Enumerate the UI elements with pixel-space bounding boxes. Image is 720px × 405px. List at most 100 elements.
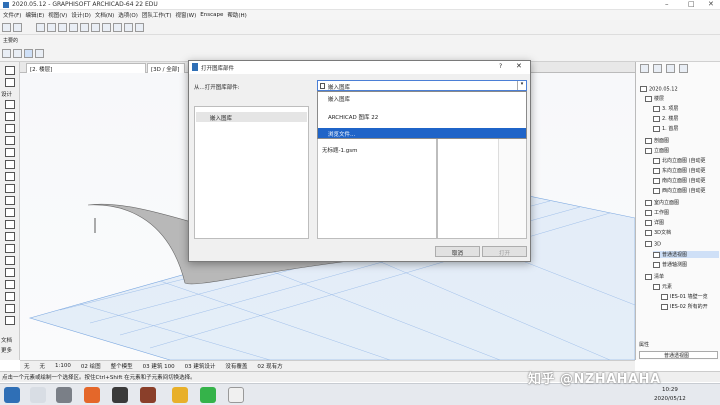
menu-help[interactable]: 帮助(H) <box>227 11 246 19</box>
pointer-icon[interactable] <box>2 49 11 58</box>
menu-file[interactable]: 文件(F) <box>3 11 21 19</box>
section-icon[interactable] <box>113 22 122 32</box>
tree-item-worksheets[interactable]: 工作图 <box>645 209 669 216</box>
object-tool-icon[interactable] <box>5 160 15 169</box>
chevron-down-icon[interactable]: ▾ <box>517 81 526 90</box>
tree-item-axonometry[interactable]: 普通轴测图 <box>653 261 687 268</box>
window-tool-icon[interactable] <box>5 136 15 145</box>
arrow-select-icon[interactable] <box>5 66 15 75</box>
undo-icon[interactable] <box>2 22 11 32</box>
tree-item-3d[interactable]: 3D <box>645 241 661 248</box>
publisher-icon[interactable] <box>679 64 688 73</box>
close-button[interactable]: ✕ <box>708 0 714 8</box>
library-list-item[interactable]: 嵌入图库 <box>196 112 307 122</box>
tree-item-sections[interactable]: 剖面图 <box>645 137 669 144</box>
bilibili-icon[interactable] <box>228 387 244 403</box>
menu-window[interactable]: 视窗(W) <box>176 11 197 19</box>
tree-item-west[interactable]: 西向立面图 (自动更 <box>653 187 706 194</box>
tree-item-east[interactable]: 东向立面图 (自动更 <box>653 167 706 174</box>
teamwork-icon[interactable] <box>135 22 144 32</box>
tree-item-stories[interactable]: 楼层 <box>645 95 664 102</box>
tree-item-3d-docs[interactable]: 3D文档 <box>645 229 671 236</box>
status-mvo[interactable]: 03 建筑设计 <box>185 362 216 370</box>
opening-tool-icon[interactable] <box>5 304 15 313</box>
status-redo[interactable]: 无 <box>40 362 46 370</box>
select-mode-icon[interactable] <box>24 49 33 58</box>
marquee-tool-icon[interactable] <box>5 78 15 87</box>
redo-icon[interactable] <box>13 22 22 32</box>
menu-edit[interactable]: 编辑(E) <box>25 11 44 19</box>
curtain-wall-tool-icon[interactable] <box>5 232 15 241</box>
view-map-icon[interactable] <box>653 64 662 73</box>
firefox-icon[interactable] <box>84 387 100 403</box>
minimize-button[interactable]: – <box>665 0 669 8</box>
calculator-icon[interactable] <box>56 387 72 403</box>
menu-document[interactable]: 文档(N) <box>95 11 114 19</box>
tab-floor-2[interactable]: [2. 楼层] <box>26 63 146 73</box>
marquee-icon[interactable] <box>35 49 44 58</box>
dialog-close-icon[interactable]: ✕ <box>516 62 522 70</box>
status-scale[interactable]: 1:100 <box>55 363 71 369</box>
mesh-tool-icon[interactable] <box>5 268 15 277</box>
tree-item-ies02[interactable]: IES-02 所有的开 <box>661 303 708 310</box>
render-icon[interactable] <box>124 22 133 32</box>
layout-book-icon[interactable] <box>666 64 675 73</box>
tree-item-ies01[interactable]: IES-01 墙壁一览 <box>661 293 708 300</box>
dropdown-item-embedded[interactable]: 嵌入图库 <box>318 93 526 103</box>
tree-item-story-2[interactable]: 2. 楼层 <box>653 115 678 122</box>
layer-icon[interactable] <box>58 22 67 32</box>
open-button[interactable]: 打开 <box>482 246 527 257</box>
menu-enscape[interactable]: Enscape <box>200 12 223 18</box>
dropdown-item-browse-files[interactable]: 浏览文件... <box>318 128 526 138</box>
wechat-icon[interactable] <box>200 387 216 403</box>
menu-design[interactable]: 设计(D) <box>71 11 91 19</box>
wall-tool-icon[interactable] <box>5 100 15 109</box>
tree-item-perspective[interactable]: 普通透视图 <box>653 251 719 258</box>
morph-tool-icon[interactable] <box>5 220 15 229</box>
cancel-button[interactable]: 取消 <box>435 246 480 257</box>
column-tool-icon[interactable] <box>5 112 15 121</box>
tree-item-elements[interactable]: 元素 <box>653 283 672 290</box>
project-map-icon[interactable] <box>640 64 649 73</box>
railing-tool-icon[interactable] <box>5 244 15 253</box>
tree-item-elevations[interactable]: 立面图 <box>645 147 669 154</box>
tree-item-south[interactable]: 南向立面图 (自动更 <box>653 177 706 184</box>
status-undo[interactable]: 无 <box>24 362 30 370</box>
shell-tool-icon[interactable] <box>5 208 15 217</box>
maximize-button[interactable]: □ <box>688 0 695 8</box>
tree-root[interactable]: 2020.05.12 <box>640 86 678 93</box>
slab-tool-icon[interactable] <box>5 172 15 181</box>
grid-icon[interactable] <box>91 22 100 32</box>
status-layer-combo[interactable]: 02 绘图 <box>81 362 101 370</box>
source-select[interactable]: 嵌入图库 ▾ <box>317 80 527 91</box>
tree-item-details[interactable]: 详图 <box>645 219 664 226</box>
roof-tool-icon[interactable] <box>5 196 15 205</box>
menu-options[interactable]: 选项(O) <box>118 11 138 19</box>
windows-start-icon[interactable] <box>4 387 20 403</box>
menu-teamwork[interactable]: 团队工作(T) <box>142 11 172 19</box>
tab-3d-all[interactable]: [3D / 全部] <box>147 63 185 73</box>
zone-tool-icon[interactable] <box>5 256 15 265</box>
status-override[interactable]: 没有覆盖 <box>225 362 247 370</box>
part-list-item[interactable]: 无标题-1.gsm <box>322 146 357 154</box>
dropdown-item-archicad-library[interactable]: ARCHICAD 图库 22 <box>318 111 526 121</box>
archicad-icon[interactable] <box>112 387 128 403</box>
status-pen-set[interactable]: 03 建筑 100 <box>143 362 175 370</box>
tree-item-story-1[interactable]: 1. 首层 <box>653 125 678 132</box>
help-button[interactable]: ? <box>499 63 502 70</box>
beam-tool-icon[interactable] <box>5 124 15 133</box>
tree-item-schedules[interactable]: 清单 <box>645 273 664 280</box>
tree-item-story-3[interactable]: 3. 项层 <box>653 105 678 112</box>
pen-icon[interactable] <box>47 22 56 32</box>
snap-icon[interactable] <box>80 22 89 32</box>
skylight-tool-icon[interactable] <box>5 280 15 289</box>
app-icon-5[interactable] <box>140 387 156 403</box>
filter-icon[interactable] <box>13 49 22 58</box>
door-tool-icon[interactable] <box>5 148 15 157</box>
dimension-tool-icon[interactable] <box>5 316 15 325</box>
stair-tool-icon[interactable] <box>5 184 15 193</box>
search-icon[interactable] <box>30 387 46 403</box>
menu-view[interactable]: 视图(V) <box>48 11 67 19</box>
trace-icon[interactable] <box>69 22 78 32</box>
status-model-view[interactable]: 整个模型 <box>111 362 133 370</box>
